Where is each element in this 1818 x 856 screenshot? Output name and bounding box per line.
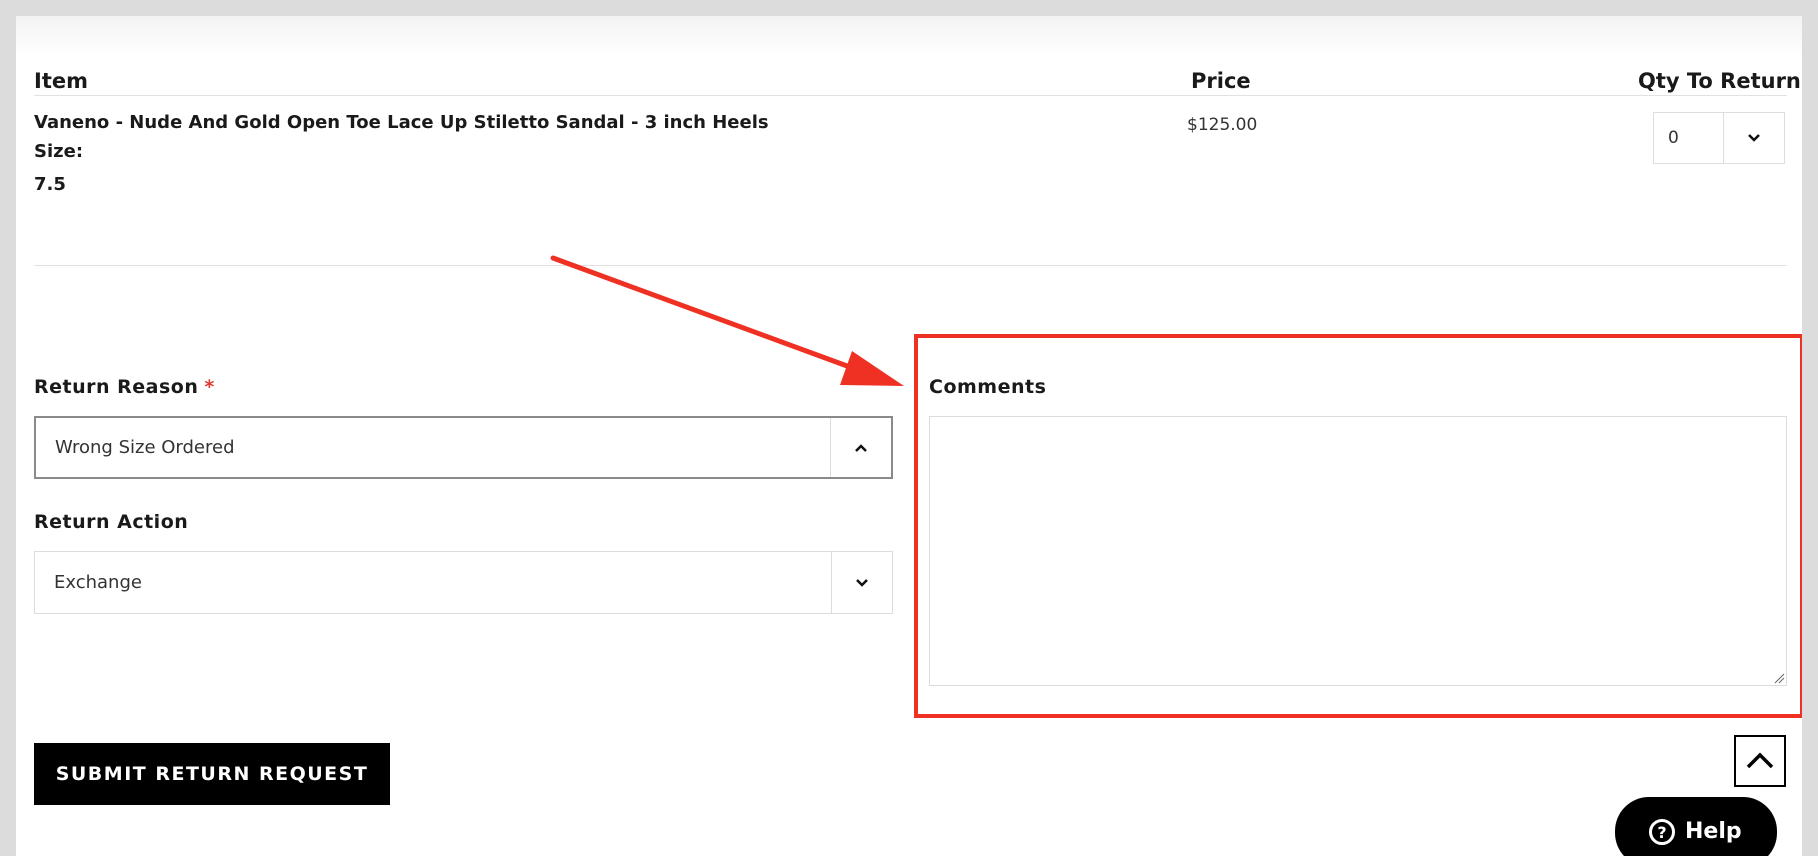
return-request-page: Item Price Qty To Return Vaneno - Nude A… xyxy=(16,16,1802,856)
help-label: Help xyxy=(1685,819,1742,844)
arrow-up-icon xyxy=(1746,752,1774,769)
submit-return-request-button[interactable]: SUBMIT RETURN REQUEST xyxy=(34,743,390,805)
annotation-arrow xyxy=(550,255,904,386)
help-button[interactable]: ? Help xyxy=(1615,797,1777,856)
back-to-top-button[interactable] xyxy=(1734,735,1786,787)
help-icon: ? xyxy=(1649,819,1675,845)
